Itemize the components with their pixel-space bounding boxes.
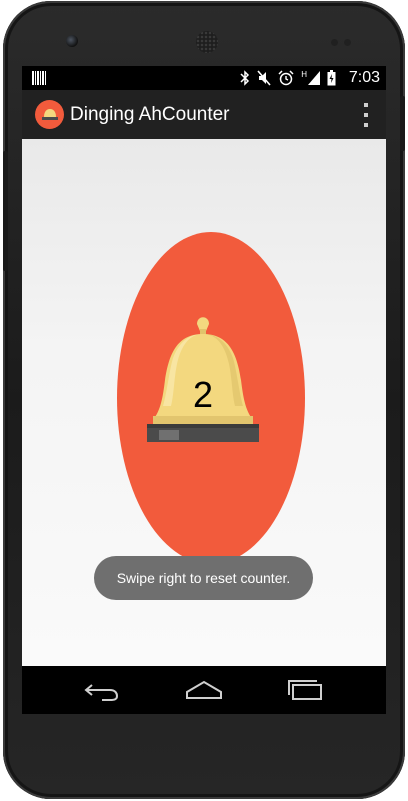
alarm-icon xyxy=(278,70,294,86)
home-icon[interactable] xyxy=(184,678,224,702)
overflow-menu-icon[interactable] xyxy=(358,103,374,127)
recents-icon[interactable] xyxy=(285,678,325,702)
toast-text: Swipe right to reset counter. xyxy=(116,570,291,586)
toast-message: Swipe right to reset counter. xyxy=(94,556,313,600)
action-bar: Dinging AhCounter xyxy=(22,90,386,139)
device-screen: H 7:03 Dinging AhCounter 2 Swipe right t… xyxy=(22,66,386,714)
volume-button xyxy=(3,151,8,271)
status-time: 7:03 xyxy=(348,69,380,86)
mute-icon xyxy=(257,70,271,86)
app-icon[interactable] xyxy=(35,100,64,129)
barcode-notification-icon xyxy=(32,71,46,85)
navigation-bar xyxy=(22,666,386,714)
bell-icon xyxy=(41,108,58,120)
proximity-sensor xyxy=(331,39,338,46)
status-bar: H 7:03 xyxy=(22,66,386,90)
light-sensor xyxy=(344,39,351,46)
network-type-label: H xyxy=(301,70,307,79)
earpiece-speaker xyxy=(196,31,218,53)
counter-value: 2 xyxy=(192,374,214,415)
main-content: 2 Swipe right to reset counter. xyxy=(22,139,386,666)
app-title: Dinging AhCounter xyxy=(70,104,230,125)
signal-icon: H xyxy=(301,71,320,85)
back-icon[interactable] xyxy=(82,678,122,702)
front-camera xyxy=(66,35,78,47)
battery-charging-icon xyxy=(327,70,336,86)
power-button xyxy=(400,96,405,151)
bluetooth-icon xyxy=(240,70,250,86)
